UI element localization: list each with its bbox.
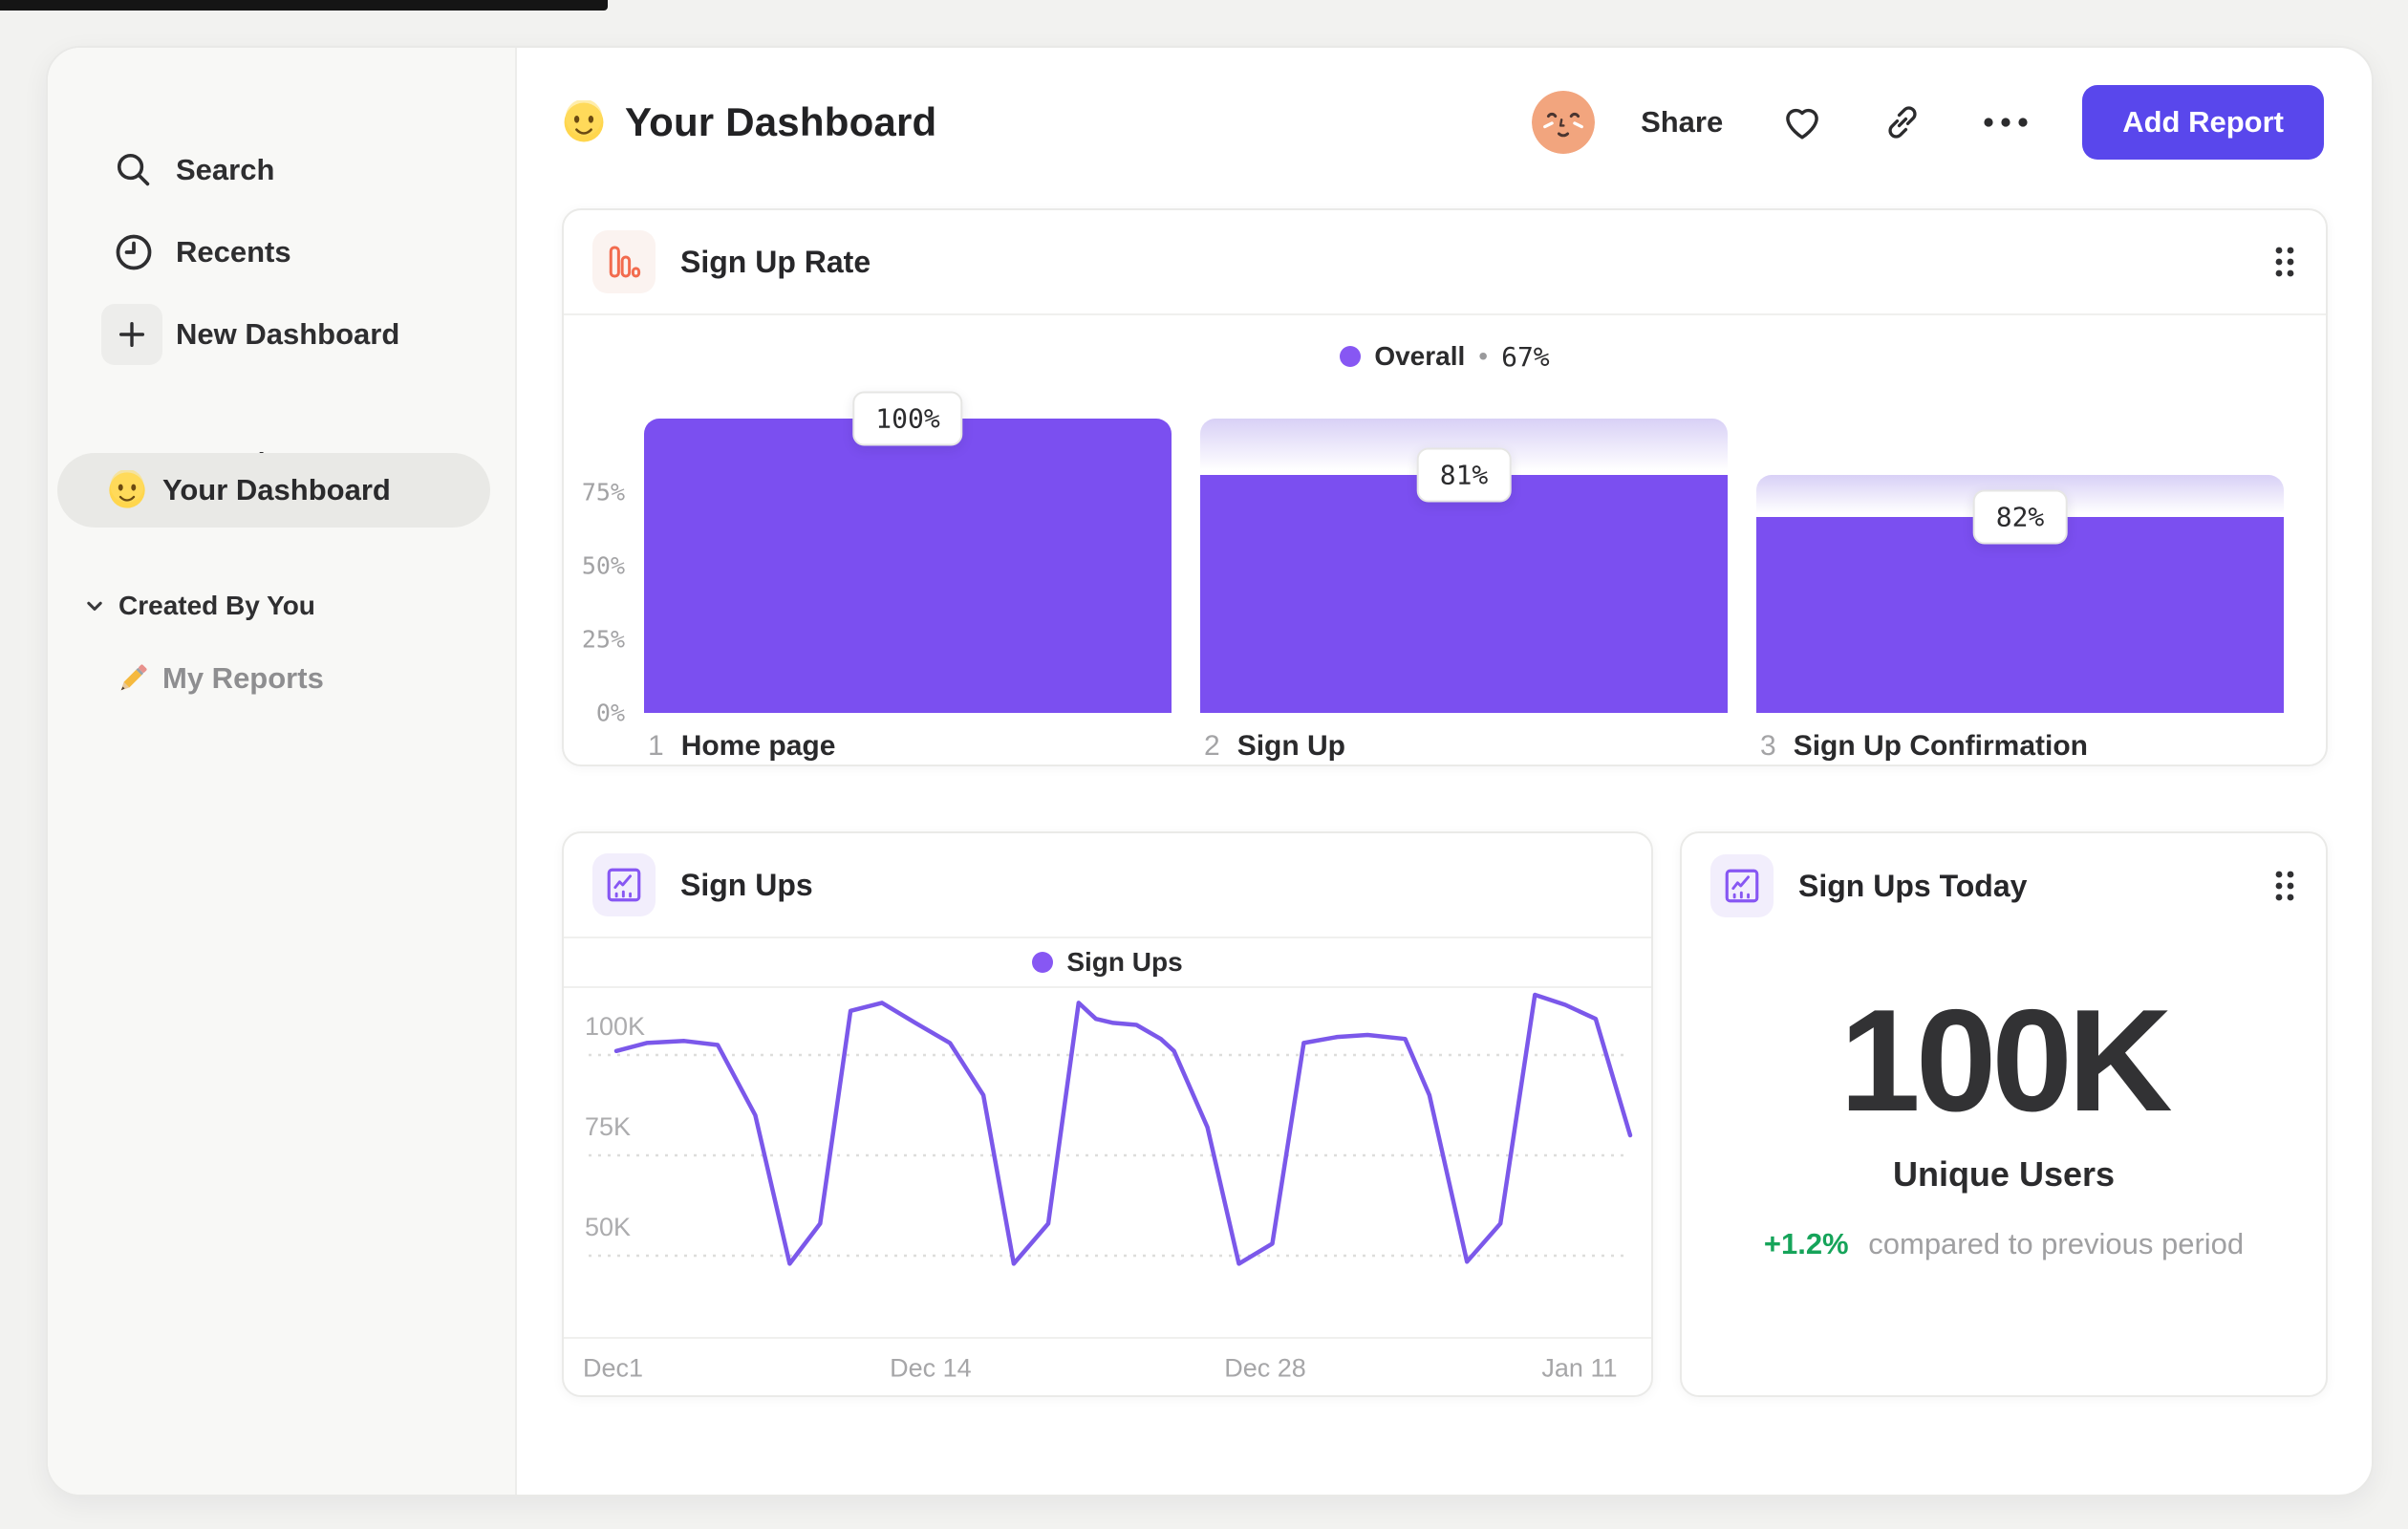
line-x-axis: Dec1 Dec 14 Dec 28 Jan 11 bbox=[564, 1337, 1651, 1397]
funnel-y-tick: 50% bbox=[581, 551, 625, 580]
funnel-bar-column bbox=[644, 419, 1172, 713]
bar-value-tooltip: 100% bbox=[852, 391, 963, 446]
top-edge-strip bbox=[0, 0, 608, 11]
kpi-delta-row: +1.2% compared to previous period bbox=[1682, 1227, 2326, 1261]
bar-value-tooltip: 81% bbox=[1416, 447, 1512, 503]
line-chart-plot: 100K 75K 50K bbox=[564, 988, 1651, 1337]
sidebar-item-label: Your Dashboard bbox=[162, 473, 391, 506]
copy-link-icon[interactable] bbox=[1881, 101, 1924, 143]
funnel-step-label: 1 Home page bbox=[648, 730, 836, 762]
page-header: Your Dashboard Share Add Report bbox=[562, 78, 2324, 166]
drag-handle-icon[interactable] bbox=[2272, 243, 2297, 281]
line-x-tick: Dec 14 bbox=[890, 1353, 972, 1382]
sidebar: Search Recents New Dashboard Your Favori… bbox=[48, 48, 517, 1495]
sign-ups-card: Sign Ups Sign Ups 100K 75K 50K Dec1 Dec 14 D… bbox=[562, 831, 1653, 1397]
card-header: Sign Ups bbox=[564, 833, 1651, 938]
sidebar-item-label: Search bbox=[176, 153, 275, 186]
line-chart-icon bbox=[1710, 854, 1774, 917]
favorite-heart-icon[interactable] bbox=[1780, 100, 1824, 144]
card-header: Sign Ups Today bbox=[1682, 833, 2326, 938]
line-x-tick: Jan 11 bbox=[1541, 1353, 1618, 1382]
funnel-bar[interactable] bbox=[1200, 474, 1728, 713]
card-title: Sign Ups bbox=[680, 867, 813, 902]
sidebar-item-label: My Reports bbox=[162, 661, 324, 695]
kpi-delta-note: compared to previous period bbox=[1868, 1227, 2245, 1260]
line-chart-icon bbox=[592, 853, 656, 916]
kpi-delta: +1.2% bbox=[1763, 1227, 1849, 1260]
card-title: Sign Up Rate bbox=[680, 244, 871, 279]
bar-chart-icon bbox=[592, 230, 656, 293]
legend-dot bbox=[1340, 346, 1362, 367]
sidebar-item-label: New Dashboard bbox=[176, 317, 400, 351]
chevron-down-icon bbox=[84, 595, 105, 616]
funnel-step-label: 3 Sign Up Confirmation bbox=[1760, 730, 2088, 762]
bar-value-tooltip: 82% bbox=[1972, 489, 2068, 545]
sidebar-item-new-dashboard[interactable]: New Dashboard bbox=[48, 304, 515, 365]
funnel-step-label: 2 Sign Up bbox=[1204, 730, 1346, 762]
line-legend: Sign Ups bbox=[564, 938, 1651, 988]
sign-ups-line-series bbox=[613, 992, 1633, 1266]
legend-series-name: Overall bbox=[1374, 341, 1466, 371]
add-report-button[interactable]: Add Report bbox=[2082, 85, 2324, 160]
line-x-tick: Dec1 bbox=[583, 1353, 644, 1382]
line-chart-svg bbox=[589, 992, 1633, 1266]
search-icon bbox=[103, 140, 164, 201]
sidebar-item-search[interactable]: Search bbox=[48, 140, 515, 201]
funnel-bar-column bbox=[1756, 419, 2284, 713]
funnel-bar[interactable] bbox=[1756, 517, 2284, 713]
legend-series-name: Sign Ups bbox=[1066, 947, 1183, 977]
funnel-plot: 100% 81% 82% bbox=[644, 391, 2284, 713]
slightly-smiling-face-emoji bbox=[562, 100, 606, 144]
header-actions: Share Add Report bbox=[1532, 85, 2324, 160]
sidebar-item-your-dashboard-selected[interactable]: Your Dashboard bbox=[57, 453, 490, 528]
funnel-legend: Overall • 67% bbox=[564, 315, 2326, 392]
funnel-chart: 75% 50% 25% 0% 100% 81% 82% bbox=[564, 391, 2326, 727]
funnel-y-tick: 75% bbox=[581, 478, 625, 506]
funnel-bar[interactable] bbox=[644, 419, 1172, 713]
slightly-smiling-face-emoji bbox=[107, 470, 147, 510]
plus-icon bbox=[101, 304, 162, 365]
page-title: Your Dashboard bbox=[625, 99, 937, 144]
sidebar-item-my-reports[interactable]: My Reports bbox=[48, 652, 515, 705]
relieved-face-avatar[interactable] bbox=[1532, 91, 1596, 154]
section-label: Created By You bbox=[118, 591, 315, 620]
pencil-emoji bbox=[113, 658, 153, 699]
kpi-metric-label: Unique Users bbox=[1892, 1154, 2116, 1194]
share-button[interactable]: Share bbox=[1641, 105, 1723, 140]
legend-overall-value: 67% bbox=[1501, 340, 1550, 373]
more-options-icon[interactable] bbox=[1981, 113, 2031, 132]
created-section-header[interactable]: Created By You bbox=[48, 585, 515, 627]
clock-icon bbox=[103, 222, 164, 283]
legend-dot bbox=[1032, 952, 1054, 973]
funnel-y-tick: 25% bbox=[581, 625, 625, 654]
funnel-step-labels: 1 Home page 2 Sign Up 3 Sign Up Confirmation bbox=[564, 713, 2326, 764]
sidebar-item-recents[interactable]: Recents bbox=[48, 222, 515, 283]
line-x-tick: Dec 28 bbox=[1224, 1353, 1306, 1382]
drag-handle-icon[interactable] bbox=[2272, 867, 2297, 905]
card-header: Sign Up Rate bbox=[564, 210, 2326, 315]
sign-ups-today-card: Sign Ups Today 100K Unique Users +1.2% c… bbox=[1680, 831, 2328, 1397]
sign-up-rate-card: Sign Up Rate Overall • 67% 75% 50% 25% 0% 1… bbox=[562, 208, 2328, 766]
sidebar-item-label: Recents bbox=[176, 235, 291, 269]
card-title: Sign Ups Today bbox=[1798, 868, 2028, 903]
kpi-value: 100K bbox=[1839, 980, 2172, 1142]
